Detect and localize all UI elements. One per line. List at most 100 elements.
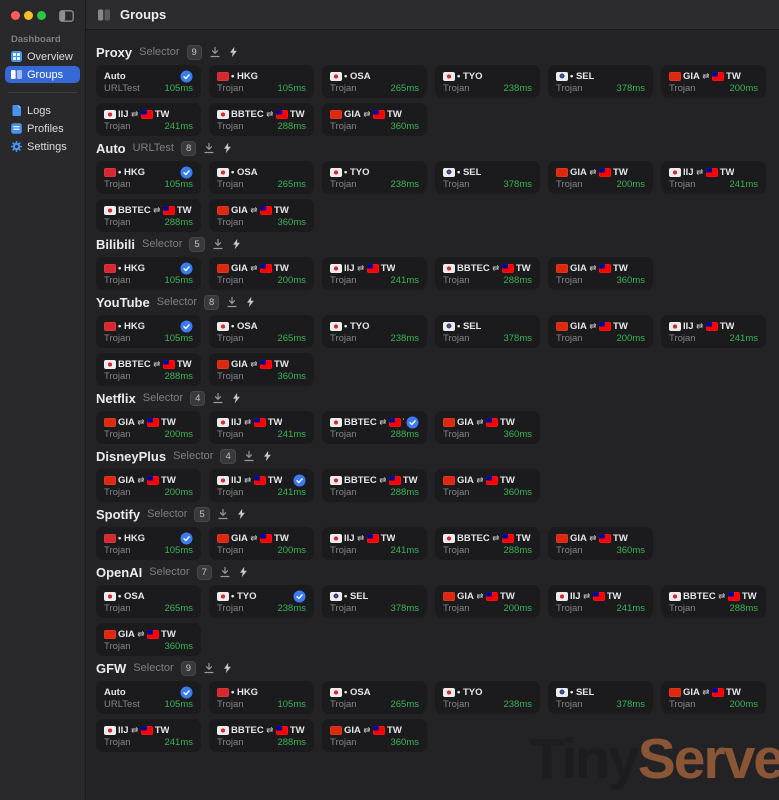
proxy-node-card[interactable]: GIA⇄TWTrojan200ms	[209, 257, 314, 290]
proxy-node-card[interactable]: BBTEC⇄TWTrojan288ms	[322, 469, 427, 502]
proxy-node-card[interactable]: BBTEC⇄TWTrojan288ms	[96, 353, 201, 386]
proxy-node-card[interactable]: IIJ⇄TWTrojan241ms	[322, 527, 427, 560]
node-protocol: Trojan	[443, 545, 470, 556]
proxy-node-card[interactable]: GIA⇄TWTrojan360ms	[209, 199, 314, 232]
proxy-node-card[interactable]: IIJ⇄TWTrojan241ms	[661, 161, 766, 194]
proxy-node-card[interactable]: IIJ⇄TWTrojan241ms	[661, 315, 766, 348]
proxy-node-card[interactable]: • OSATrojan265ms	[209, 315, 314, 348]
proxy-node-card[interactable]: • HKGTrojan105ms	[96, 257, 201, 290]
latency-test-icon[interactable]	[203, 662, 215, 674]
latency-test-icon[interactable]	[212, 392, 224, 404]
proxy-node-card[interactable]: • HKGTrojan105ms	[209, 681, 314, 714]
proxy-node-card[interactable]: IIJ⇄TWTrojan241ms	[548, 585, 653, 618]
proxy-node-card[interactable]: • TYOTrojan238ms	[209, 585, 314, 618]
proxy-node-card[interactable]: BBTEC⇄TWTrojan288ms	[435, 527, 540, 560]
proxy-node-card[interactable]: AutoURLTest105ms	[96, 681, 201, 714]
latency-test-icon[interactable]	[226, 296, 238, 308]
proxy-node-card[interactable]: • SELTrojan378ms	[548, 65, 653, 98]
node-latency: 360ms	[616, 545, 645, 556]
speedtest-bolt-icon[interactable]	[238, 566, 249, 578]
proxy-node-card[interactable]: • SELTrojan378ms	[435, 315, 540, 348]
cn-flag-icon	[104, 476, 116, 485]
speedtest-bolt-icon[interactable]	[245, 296, 256, 308]
proxy-node-card[interactable]: • OSATrojan265ms	[322, 681, 427, 714]
speedtest-bolt-icon[interactable]	[222, 662, 233, 674]
card-top-row: • OSA	[104, 590, 193, 602]
proxy-node-card[interactable]: GIA⇄TWTrojan360ms	[96, 623, 201, 656]
jp-flag-icon	[330, 168, 342, 177]
proxy-node-card[interactable]: AutoURLTest105ms	[96, 65, 201, 98]
proxy-node-card[interactable]: • OSATrojan265ms	[96, 585, 201, 618]
node-name: • HKG	[118, 321, 145, 332]
sidebar-item-overview[interactable]: Overview	[5, 48, 80, 65]
proxy-node-card[interactable]: IIJ⇄TWTrojan241ms	[322, 257, 427, 290]
proxy-node-card[interactable]: GIA⇄TWTrojan360ms	[435, 411, 540, 444]
latency-test-icon[interactable]	[219, 566, 231, 578]
group-header: YouTubeSelector8	[96, 294, 769, 310]
proxy-node-card[interactable]: BBTEC⇄TWTrojan288ms	[661, 585, 766, 618]
proxy-node-card[interactable]: • SELTrojan378ms	[435, 161, 540, 194]
speedtest-bolt-icon[interactable]	[262, 450, 273, 462]
proxy-node-card[interactable]: GIA⇄TWTrojan200ms	[661, 65, 766, 98]
proxy-node-card[interactable]: • SELTrojan378ms	[322, 585, 427, 618]
jp-flag-icon	[104, 110, 116, 119]
proxy-node-card[interactable]: GIA⇄TWTrojan360ms	[548, 257, 653, 290]
latency-test-icon[interactable]	[209, 46, 221, 58]
proxy-node-card[interactable]: • HKGTrojan105ms	[96, 161, 201, 194]
proxy-node-card[interactable]: GIA⇄TWTrojan360ms	[322, 719, 427, 752]
proxy-node-card[interactable]: BBTEC⇄TWTrojan288ms	[322, 411, 427, 444]
speedtest-bolt-icon[interactable]	[236, 508, 247, 520]
sidebar-toggle-icon[interactable]	[59, 10, 74, 22]
proxy-node-card[interactable]: • TYOTrojan238ms	[435, 681, 540, 714]
proxy-node-card[interactable]: GIA⇄TWTrojan200ms	[548, 315, 653, 348]
proxy-node-card[interactable]: BBTEC⇄TWTrojan288ms	[435, 257, 540, 290]
latency-test-icon[interactable]	[212, 238, 224, 250]
close-button[interactable]	[11, 11, 20, 20]
latency-test-icon[interactable]	[243, 450, 255, 462]
sidebar-item-settings[interactable]: Settings	[5, 138, 80, 155]
sidebar-item-profiles[interactable]: Profiles	[5, 120, 80, 137]
sidebar-item-logs[interactable]: Logs	[5, 102, 80, 119]
speedtest-bolt-icon[interactable]	[231, 238, 242, 250]
proxy-node-card[interactable]: GIA⇄TWTrojan200ms	[661, 681, 766, 714]
proxy-node-card[interactable]: BBTEC⇄TWTrojan288ms	[209, 103, 314, 136]
proxy-node-card[interactable]: GIA⇄TWTrojan360ms	[322, 103, 427, 136]
proxy-node-card[interactable]: BBTEC⇄TWTrojan288ms	[96, 199, 201, 232]
latency-test-icon[interactable]	[203, 142, 215, 154]
latency-test-icon[interactable]	[217, 508, 229, 520]
node-label: IIJ⇄TW	[669, 321, 734, 332]
proxy-node-card[interactable]: BBTEC⇄TWTrojan288ms	[209, 719, 314, 752]
proxy-node-card[interactable]: • HKGTrojan105ms	[96, 315, 201, 348]
proxy-node-card[interactable]: GIA⇄TWTrojan200ms	[96, 411, 201, 444]
proxy-node-card[interactable]: GIA⇄TWTrojan200ms	[209, 527, 314, 560]
node-name-2: TW	[613, 167, 628, 178]
proxy-node-card[interactable]: GIA⇄TWTrojan200ms	[435, 585, 540, 618]
proxy-node-card[interactable]: • OSATrojan265ms	[322, 65, 427, 98]
proxy-node-card[interactable]: GIA⇄TWTrojan200ms	[548, 161, 653, 194]
proxy-node-card[interactable]: • HKGTrojan105ms	[209, 65, 314, 98]
proxy-node-card[interactable]: GIA⇄TWTrojan360ms	[435, 469, 540, 502]
proxy-node-card[interactable]: • TYOTrojan238ms	[435, 65, 540, 98]
proxy-node-card[interactable]: IIJ⇄TWTrojan241ms	[96, 103, 201, 136]
speedtest-bolt-icon[interactable]	[228, 46, 239, 58]
speedtest-bolt-icon[interactable]	[222, 142, 233, 154]
sidebar-item-label: Logs	[27, 105, 51, 117]
minimize-button[interactable]	[24, 11, 33, 20]
speedtest-bolt-icon[interactable]	[231, 392, 242, 404]
proxy-node-card[interactable]: • TYOTrojan238ms	[322, 315, 427, 348]
proxy-node-card[interactable]: GIA⇄TWTrojan200ms	[96, 469, 201, 502]
zoom-button[interactable]	[37, 11, 46, 20]
sidebar-item-groups[interactable]: Groups	[5, 66, 80, 83]
proxy-node-card[interactable]: • SELTrojan378ms	[548, 681, 653, 714]
node-label: Auto	[104, 687, 126, 698]
proxy-node-card[interactable]: GIA⇄TWTrojan360ms	[209, 353, 314, 386]
proxy-node-card[interactable]: GIA⇄TWTrojan360ms	[548, 527, 653, 560]
proxy-node-card[interactable]: IIJ⇄TWTrojan241ms	[209, 469, 314, 502]
relay-arrow-icon: ⇄	[476, 475, 483, 486]
proxy-node-card[interactable]: • HKGTrojan105ms	[96, 527, 201, 560]
proxy-node-card[interactable]: • OSATrojan265ms	[209, 161, 314, 194]
proxy-node-card[interactable]: • TYOTrojan238ms	[322, 161, 427, 194]
card-meta-row: Trojan238ms	[330, 333, 419, 344]
proxy-node-card[interactable]: IIJ⇄TWTrojan241ms	[209, 411, 314, 444]
proxy-node-card[interactable]: IIJ⇄TWTrojan241ms	[96, 719, 201, 752]
